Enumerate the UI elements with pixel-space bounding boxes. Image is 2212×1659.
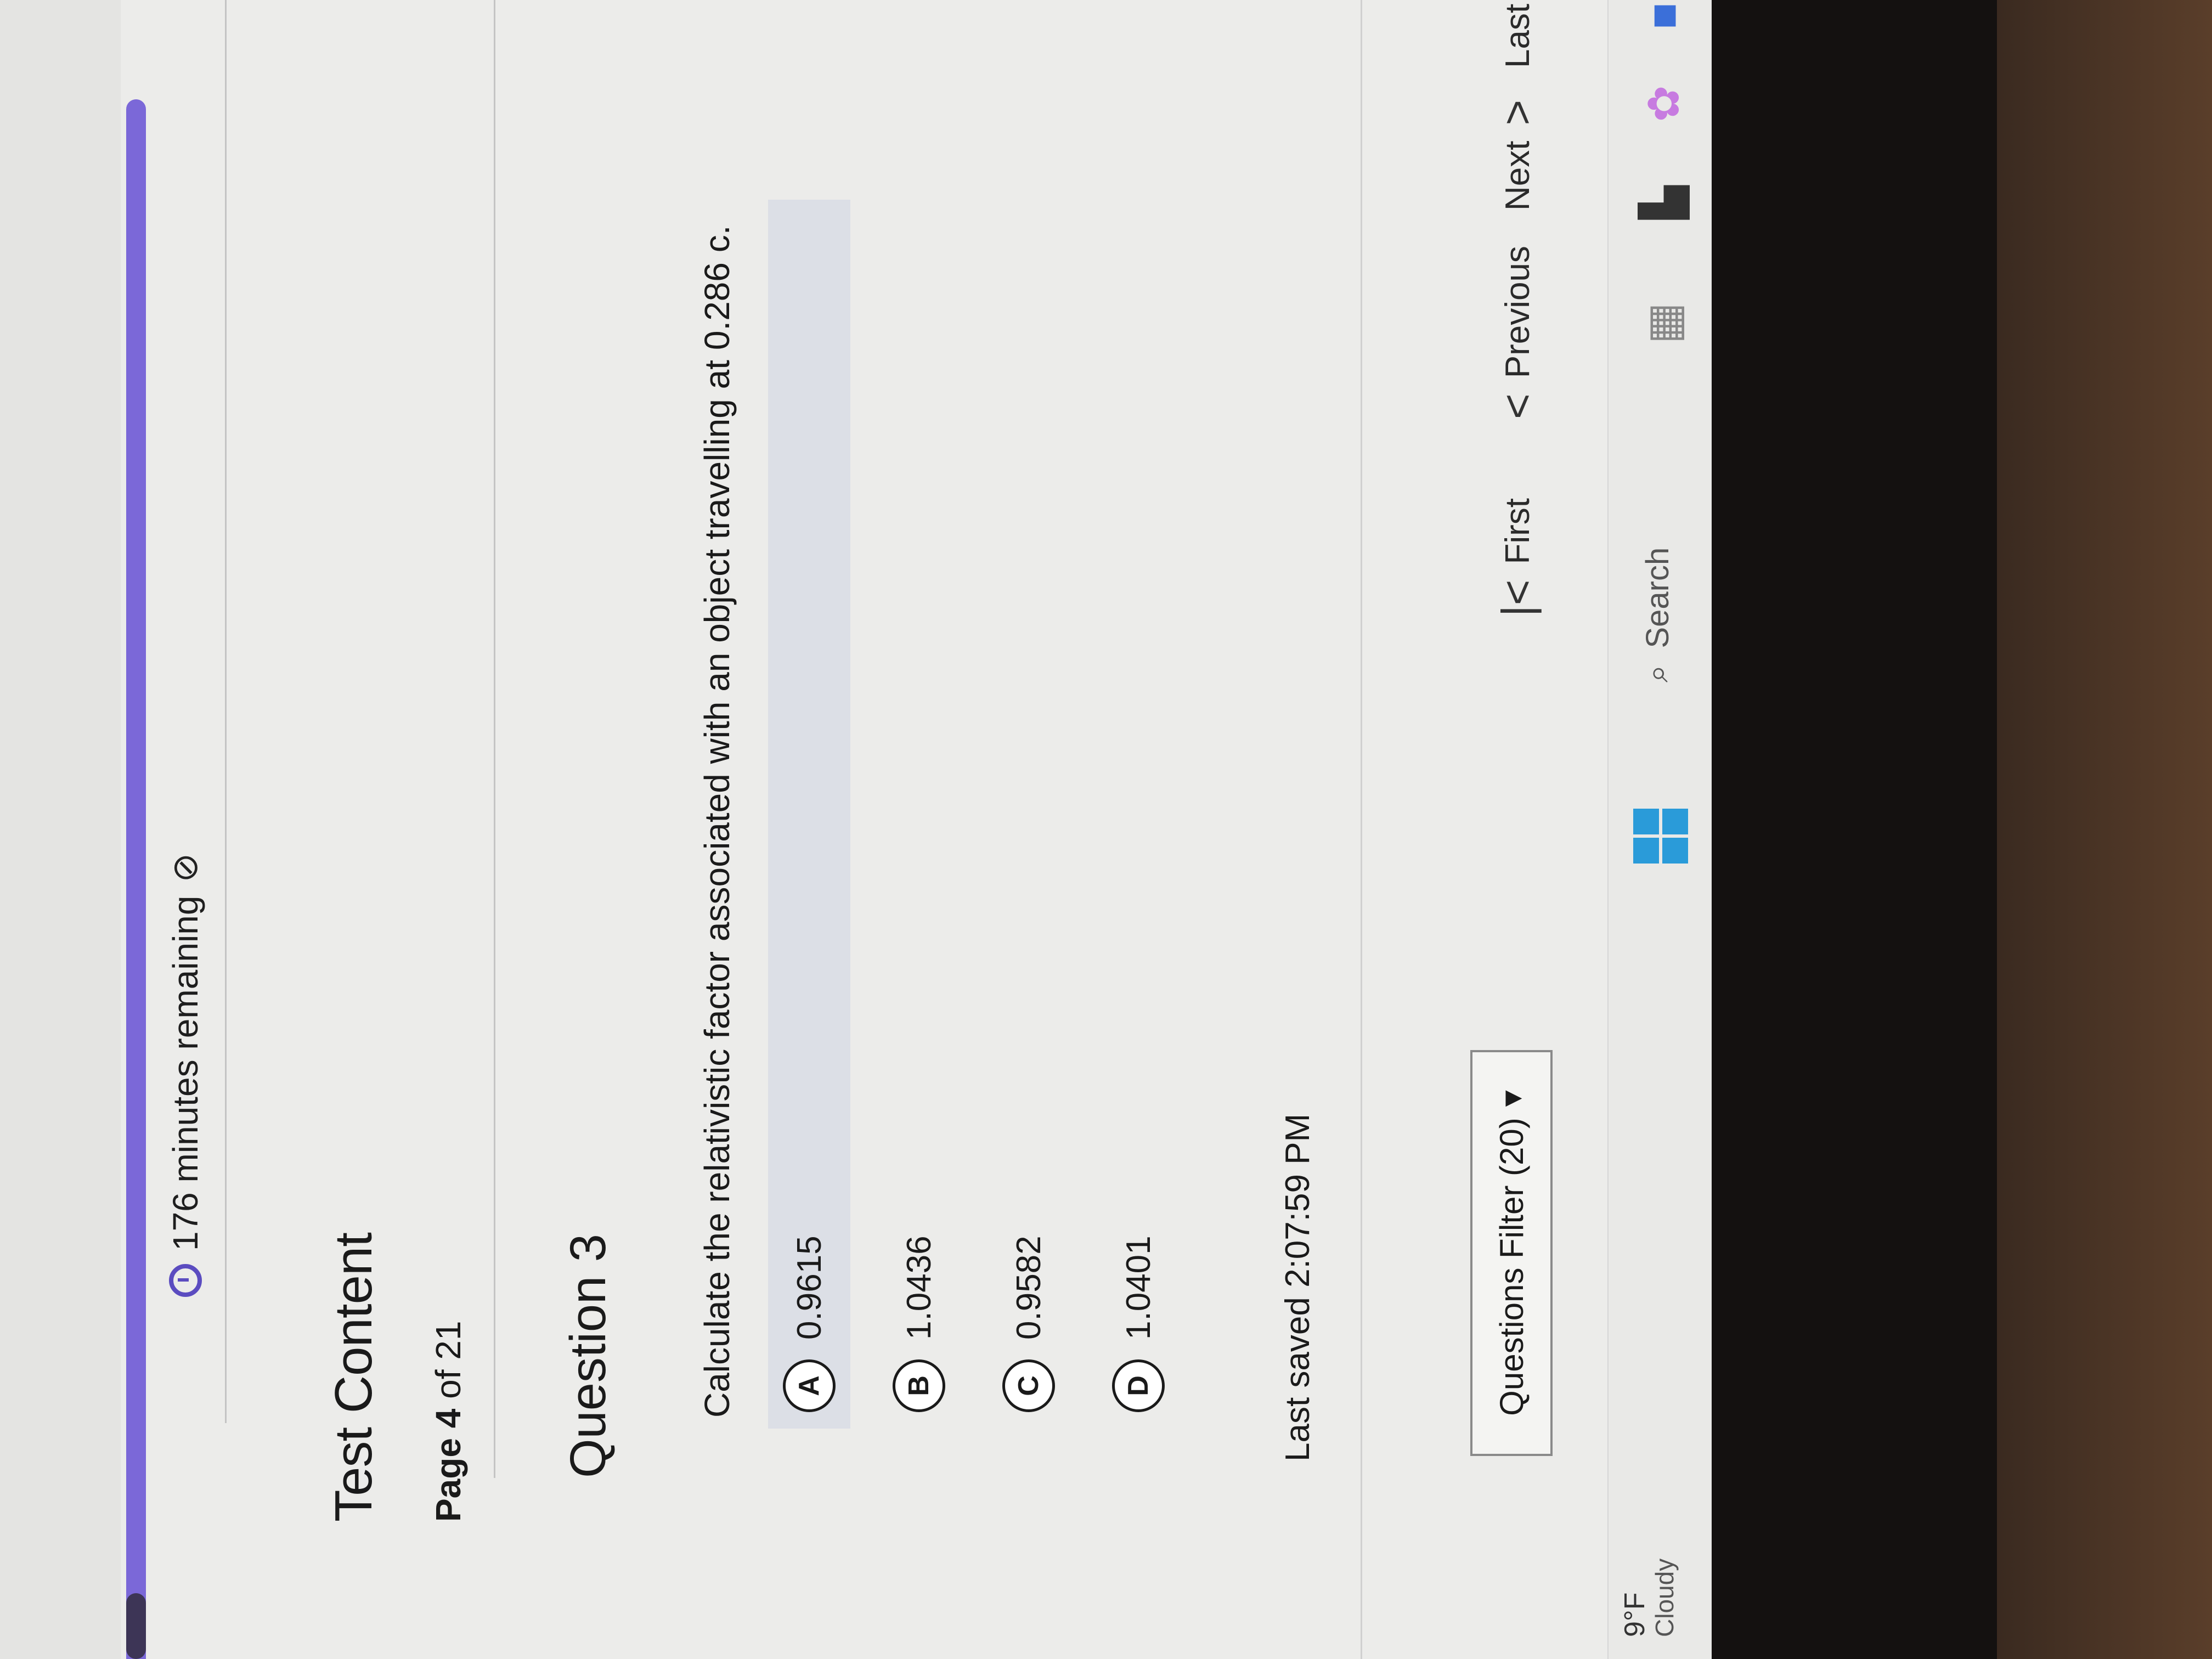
- taskbar-search[interactable]: ⌕ Search: [1639, 548, 1676, 682]
- first-page-icon: |<: [1493, 579, 1542, 617]
- task-view-icon[interactable]: ▦: [1633, 293, 1694, 353]
- search-icon: ⌕: [1639, 664, 1675, 682]
- option-value: 1.0436: [900, 1235, 938, 1340]
- copilot-icon[interactable]: ✿: [1633, 74, 1694, 134]
- page-title: Test Content: [324, 1233, 383, 1522]
- weather-condition: Cloudy: [1650, 1558, 1679, 1637]
- time-progress-bar: [126, 0, 146, 1659]
- chevron-right-icon: >: [1493, 99, 1542, 126]
- desk-surface: [1997, 0, 2212, 1659]
- nav-next-button[interactable]: Next >: [1492, 100, 1543, 211]
- option-letter: D: [1112, 1359, 1165, 1412]
- search-placeholder: Search: [1639, 547, 1675, 648]
- nav-last-button[interactable]: Last >: [1492, 0, 1543, 68]
- nav-previous-label: Previous: [1498, 246, 1537, 379]
- weather-temperature: 9°F: [1619, 1592, 1651, 1637]
- filter-label: Questions Filter (20): [1493, 1118, 1530, 1416]
- answer-option-b[interactable]: B 1.0436: [878, 1235, 960, 1429]
- option-value: 1.0401: [1119, 1235, 1158, 1340]
- question-text: Calculate the relativistic factor associ…: [697, 225, 737, 1418]
- browser-chrome-edge: [0, 0, 121, 1659]
- option-letter: A: [783, 1359, 836, 1412]
- section-divider: [494, 0, 495, 1478]
- page-current: 4: [428, 1408, 468, 1429]
- time-progress-fill: [126, 99, 146, 1659]
- option-letter: C: [1002, 1359, 1055, 1412]
- windows-taskbar: 9°F Cloudy ⌕ Search ▦ ▙ ✿ ■: [1607, 0, 1712, 1659]
- weather-widget[interactable]: 9°F Cloudy: [1619, 1558, 1679, 1637]
- timer-icon: [168, 1264, 202, 1297]
- nav-next-label: Next: [1498, 140, 1537, 211]
- dropdown-caret-icon: ▾: [1493, 1090, 1530, 1107]
- time-progress-start: [126, 1593, 146, 1659]
- timer-text: 176 minutes remaining: [165, 895, 205, 1251]
- timer: 176 minutes remaining ⊘: [165, 853, 206, 1297]
- teams-icon[interactable]: ■: [1633, 0, 1694, 46]
- hide-timer-icon[interactable]: ⊘: [165, 853, 206, 883]
- answer-option-a[interactable]: A 0.9615: [768, 200, 850, 1429]
- nav-last-label: Last: [1498, 3, 1537, 68]
- header-divider: [225, 0, 227, 1423]
- chevron-left-icon: <: [1493, 393, 1542, 419]
- page-label: Page: [428, 1438, 468, 1522]
- laptop-bezel: [1712, 0, 1997, 1659]
- screen: 176 minutes remaining ⊘ Test Content Pag…: [0, 0, 1712, 1659]
- nav-first-label: First: [1498, 498, 1537, 565]
- answer-option-c[interactable]: C 0.9582: [988, 1235, 1070, 1429]
- nav-previous-button[interactable]: < Previous: [1492, 246, 1543, 419]
- last-saved-status: Last saved 2:07:59 PM: [1279, 1113, 1317, 1462]
- nav-first-button[interactable]: |< First: [1492, 498, 1543, 617]
- page-total: of 21: [428, 1321, 468, 1399]
- option-value: 0.9615: [790, 1235, 828, 1340]
- option-letter: B: [893, 1359, 945, 1412]
- answer-option-d[interactable]: D 1.0401: [1097, 1235, 1180, 1429]
- footer-divider: [1361, 0, 1362, 1659]
- option-value: 0.9582: [1009, 1235, 1048, 1340]
- question-title: Question 3: [560, 1234, 616, 1478]
- windows-start-icon[interactable]: [1633, 809, 1688, 864]
- questions-filter-dropdown[interactable]: Questions Filter (20) ▾: [1470, 1050, 1553, 1456]
- widget-icon[interactable]: ▙: [1633, 172, 1694, 233]
- page-indicator: Page 4 of 21: [428, 1321, 469, 1522]
